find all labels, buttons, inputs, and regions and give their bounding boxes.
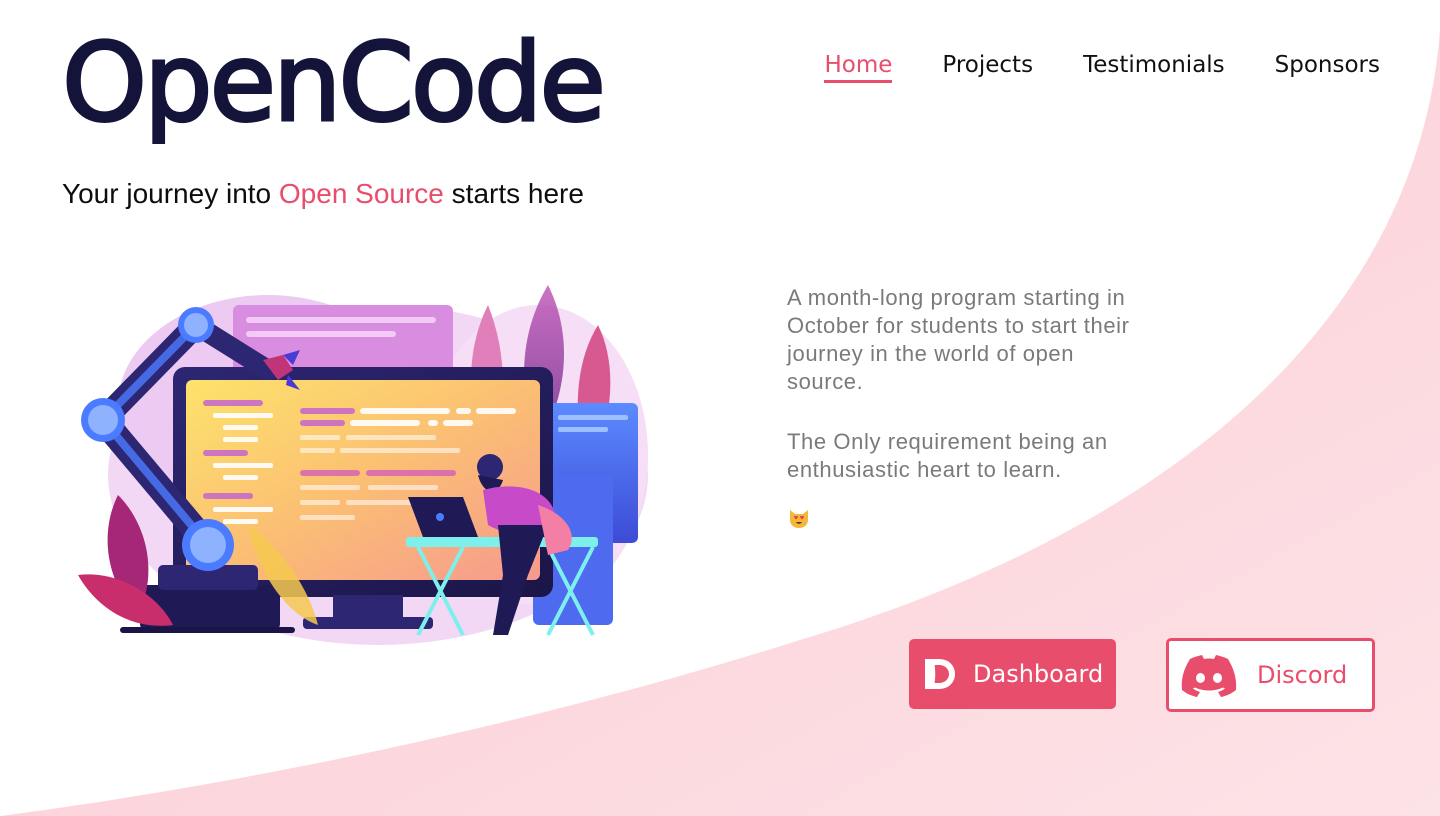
tagline-highlight: Open Source xyxy=(278,178,444,209)
discord-label: Discord xyxy=(1257,661,1348,689)
tagline-post: starts here xyxy=(443,178,584,209)
opencode-logo[interactable]: OpenCode xyxy=(61,28,608,139)
discord-icon xyxy=(1181,655,1237,697)
tagline-pre: Your journey into xyxy=(62,178,279,209)
main-nav: Home Projects Testimonials Sponsors xyxy=(824,52,1380,83)
landing-page: OpenCode Home Projects Testimonials Spon… xyxy=(0,0,1440,816)
nav-link-projects[interactable]: Projects xyxy=(942,52,1033,83)
hero-illustration xyxy=(78,285,648,645)
dashboard-d-icon xyxy=(925,659,955,689)
nav-link-home[interactable]: Home xyxy=(824,52,893,83)
description-paragraph-2: The Only requirement being an enthusiast… xyxy=(787,429,1108,482)
dashboard-label: Dashboard xyxy=(973,660,1104,688)
description-paragraph-1: A month-long program starting in October… xyxy=(787,285,1130,394)
hero-tagline: Your journey into Open Source starts her… xyxy=(62,178,584,210)
hero-description: A month-long program starting in October… xyxy=(787,284,1147,516)
nav-link-sponsors[interactable]: Sponsors xyxy=(1275,52,1380,83)
heart-eyes-cat-icon xyxy=(790,510,808,528)
nav-link-testimonials[interactable]: Testimonials xyxy=(1083,52,1225,83)
dashboard-button[interactable]: Dashboard xyxy=(909,639,1116,709)
discord-button[interactable]: Discord xyxy=(1166,638,1375,712)
